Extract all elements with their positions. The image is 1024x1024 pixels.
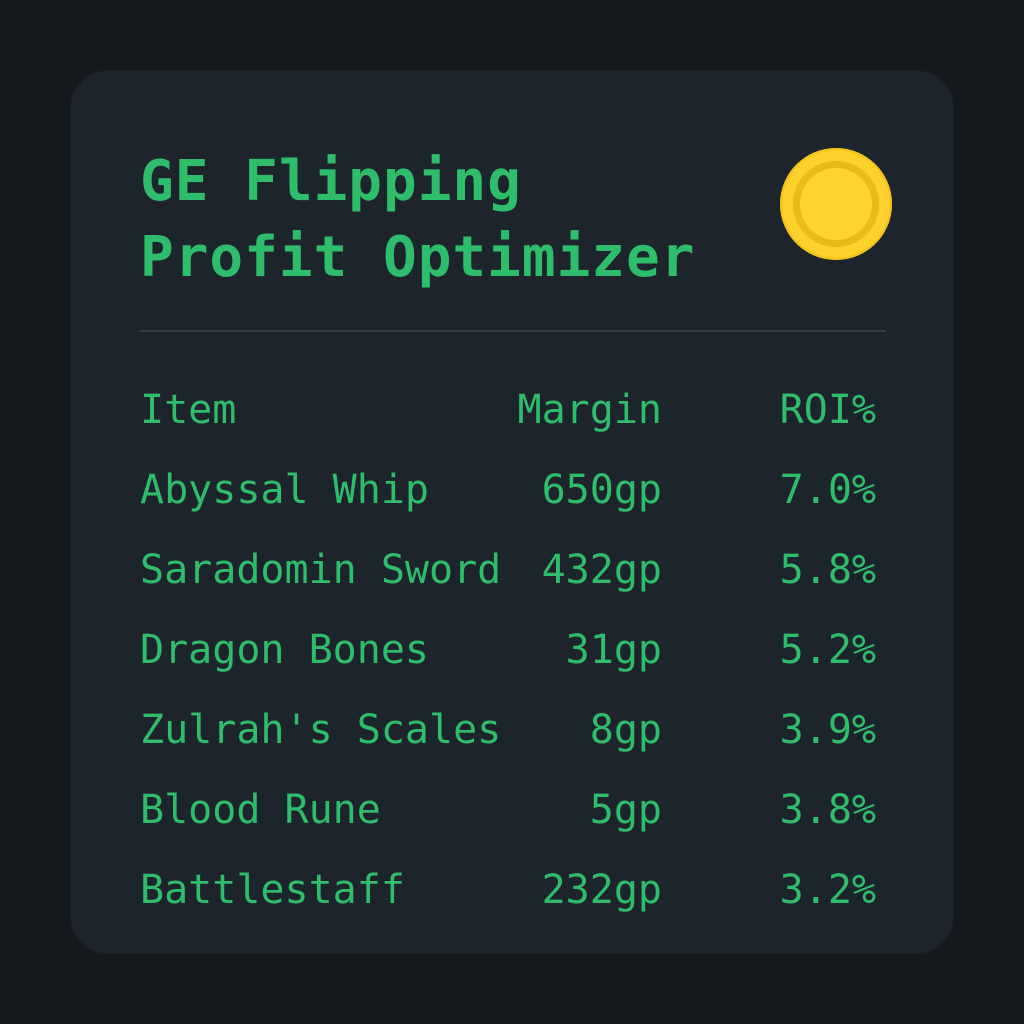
item-roi: 7.0% [779, 467, 876, 513]
item-roi: 3.8% [779, 787, 876, 833]
item-name: Blood Rune [140, 787, 381, 833]
title-line-2: Profit Optimizer [140, 225, 696, 290]
item-name: Battlestaff [140, 867, 405, 913]
item-margin: 5gp [589, 787, 662, 833]
column-header-item: Item [140, 387, 237, 433]
table-row[interactable]: Saradomin Sword 432gp 5.8% [140, 530, 886, 610]
item-name: Saradomin Sword [140, 547, 502, 593]
gold-coin-icon [780, 148, 892, 260]
header-divider [140, 330, 886, 332]
item-roi: 3.2% [779, 867, 876, 913]
item-margin: 31gp [565, 627, 662, 673]
table-row[interactable]: Blood Rune 5gp 3.8% [140, 770, 886, 850]
optimizer-card: GE Flipping Profit Optimizer Item Margin… [70, 70, 954, 954]
item-name: Dragon Bones [140, 627, 429, 673]
item-name: Zulrah's Scales [140, 707, 502, 753]
table-header-row: Item Margin ROI% [140, 370, 886, 450]
column-header-roi: ROI% [779, 387, 876, 433]
item-roi: 5.2% [779, 627, 876, 673]
table-row[interactable]: Battlestaff 232gp 3.2% [140, 850, 886, 930]
item-margin: 232gp [541, 867, 662, 913]
flip-table: Item Margin ROI% Abyssal Whip 650gp 7.0%… [140, 370, 886, 930]
column-header-margin: Margin [517, 387, 663, 433]
item-roi: 5.8% [779, 547, 876, 593]
table-row[interactable]: Zulrah's Scales 8gp 3.9% [140, 690, 886, 770]
title-line-1: GE Flipping [140, 149, 522, 214]
table-row[interactable]: Abyssal Whip 650gp 7.0% [140, 450, 886, 530]
item-roi: 3.9% [779, 707, 876, 753]
page-title: GE Flipping Profit Optimizer [140, 144, 695, 296]
coin-center [800, 168, 872, 240]
table-row[interactable]: Dragon Bones 31gp 5.2% [140, 610, 886, 690]
item-margin: 432gp [541, 547, 662, 593]
item-margin: 8gp [589, 707, 662, 753]
item-margin: 650gp [541, 467, 662, 513]
item-name: Abyssal Whip [140, 467, 429, 513]
coin-ring [793, 161, 879, 247]
